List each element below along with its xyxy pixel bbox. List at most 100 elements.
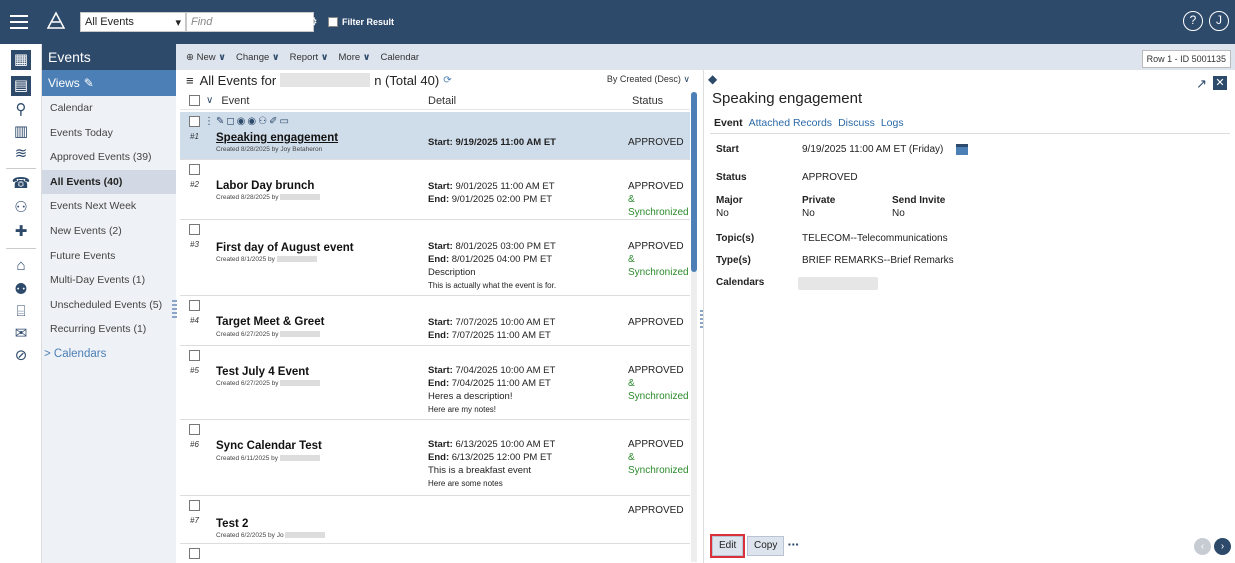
row-checkbox[interactable] xyxy=(189,300,200,311)
event-name[interactable]: Target Meet & Greet xyxy=(216,316,324,328)
row-checkbox[interactable] xyxy=(189,500,200,511)
tab-logs[interactable]: Logs xyxy=(881,117,904,129)
table-row[interactable]: #6 Sync Calendar Test Created 6/11/2025 … xyxy=(180,420,690,496)
event-name[interactable]: Sync Calendar Test xyxy=(216,440,322,452)
filter-settings-icon[interactable]: ⚙ xyxy=(306,14,322,30)
types-value: BRIEF REMARKS--Brief Remarks xyxy=(802,255,954,266)
row-checkbox[interactable] xyxy=(189,548,200,559)
row-checkbox[interactable] xyxy=(189,424,200,435)
tab-attached-records[interactable]: Attached Records xyxy=(749,117,832,129)
event-name[interactable]: Test July 4 Event xyxy=(216,366,309,378)
event-type-select[interactable]: All Events ▾ xyxy=(80,12,186,32)
inbox-icon[interactable]: ⌂ xyxy=(11,256,31,276)
event-created-text: Created 8/28/2025 by xyxy=(216,194,279,201)
add-item-icon[interactable]: ✚ xyxy=(11,222,31,242)
chevron-down-icon[interactable]: ∨ xyxy=(206,95,213,106)
views-header[interactable]: Views ✎ xyxy=(42,70,176,96)
row-checkbox[interactable] xyxy=(189,224,200,235)
new-menu[interactable]: ⊕ New ∨ xyxy=(186,52,226,63)
column-event[interactable]: Event xyxy=(221,95,249,107)
table-row[interactable]: #4 Target Meet & Greet Created 6/27/2025… xyxy=(180,296,690,346)
end-value: 7/04/2025 11:00 AM ET xyxy=(451,378,551,389)
phone-icon[interactable]: ☎ xyxy=(11,174,31,194)
row-drag-handle[interactable]: ⋮ xyxy=(204,116,214,127)
edit-button[interactable]: Edit xyxy=(709,534,746,558)
people-icon[interactable]: ⚉ xyxy=(11,280,31,300)
blocked-icon[interactable]: ⊘ xyxy=(11,346,31,366)
select-all-checkbox[interactable] xyxy=(189,95,200,106)
pencil-icon[interactable]: ✎ xyxy=(84,76,94,90)
list-scrollbar[interactable] xyxy=(691,92,697,562)
sort-select-label: By Created (Desc) xyxy=(606,74,681,84)
table-row[interactable]: #3 First day of August event Created 8/1… xyxy=(180,220,690,296)
sidebar-item-multi-day-events[interactable]: Multi-Day Events (1) xyxy=(42,268,176,293)
copy-button[interactable]: Copy xyxy=(747,536,785,556)
refresh-icon[interactable]: ⟳ xyxy=(443,75,451,86)
row-checkbox[interactable] xyxy=(189,350,200,361)
find-input[interactable]: Find xyxy=(186,12,314,32)
change-menu[interactable]: Change ∨ xyxy=(236,52,280,63)
sidebar-item-events-next-week[interactable]: Events Next Week xyxy=(42,194,176,219)
table-row[interactable]: #5 Test July 4 Event Created 6/27/2025 b… xyxy=(180,346,690,420)
sidebar-item-new-events[interactable]: New Events (2) xyxy=(42,219,176,244)
menu-icon[interactable] xyxy=(10,15,28,29)
scrollbar-thumb[interactable] xyxy=(691,92,697,272)
user-avatar[interactable]: J xyxy=(1209,11,1229,31)
more-options-icon[interactable]: ▪▪▪ xyxy=(788,540,800,549)
event-name[interactable]: Speaking engagement xyxy=(216,132,338,144)
table-row[interactable] xyxy=(180,544,690,563)
private-label: Private xyxy=(802,195,836,206)
building-icon[interactable]: ⌸ xyxy=(11,302,31,322)
event-name[interactable]: Labor Day brunch xyxy=(216,180,314,192)
chevron-down-icon: ∨ xyxy=(271,51,280,63)
sidebar-item-calendars[interactable]: > Calendars xyxy=(42,342,176,366)
row-checkbox[interactable] xyxy=(189,116,200,127)
column-detail[interactable]: Detail xyxy=(428,95,456,107)
mail-icon[interactable]: ✉ xyxy=(11,324,31,344)
event-name[interactable]: First day of August event xyxy=(216,242,354,254)
sort-select[interactable]: By Created (Desc) ∨ xyxy=(607,74,690,85)
views-layout-icon[interactable]: ▤ xyxy=(11,76,31,96)
list-title-suffix: n (Total 40) xyxy=(374,72,440,88)
sidebar-resize-handle[interactable] xyxy=(172,300,177,320)
next-record-icon[interactable]: › xyxy=(1214,538,1231,555)
chart-icon[interactable]: ▥ xyxy=(11,122,31,142)
add-person-icon[interactable]: ⚇ xyxy=(11,198,31,218)
sidebar-item-approved-events[interactable]: Approved Events (39) xyxy=(42,145,176,170)
previous-record-icon[interactable]: ‹ xyxy=(1194,538,1211,555)
search-icon[interactable]: ⚲ xyxy=(11,100,31,120)
sidebar-item-unscheduled-events[interactable]: Unscheduled Events (5) xyxy=(42,293,176,318)
filter-result-checkbox[interactable] xyxy=(328,17,338,27)
table-row[interactable]: #7 Test 2 Created 6/2/2025 by Jo APPROVE… xyxy=(180,496,690,544)
close-icon[interactable]: ✕ xyxy=(1213,76,1227,90)
calendar-button[interactable]: Calendar xyxy=(381,52,420,63)
sidebar-item-all-events[interactable]: All Events (40) xyxy=(42,169,176,195)
more-menu[interactable]: More ∨ xyxy=(339,52,371,63)
sidebar-item-events-today[interactable]: Events Today xyxy=(42,121,176,146)
table-row[interactable]: #2 Labor Day brunch Created 8/28/2025 by… xyxy=(180,160,690,220)
layers-icon[interactable]: ≋ xyxy=(11,144,31,164)
event-list: ≡ All Events for n (Total 40) ⟳ By Creat… xyxy=(180,70,700,563)
open-external-icon[interactable]: ↗ xyxy=(1196,76,1207,92)
detail-panel: ◆ ↗ ✕ Speaking engagement Event Attached… xyxy=(703,70,1235,563)
event-created-text: Created 8/1/2025 by xyxy=(216,256,275,263)
calendar-icon[interactable] xyxy=(956,144,968,155)
row-action-icons[interactable]: ✎◻◉◉⚇✐▭ xyxy=(216,116,291,127)
toolbar: ⊕ New ∨ Change ∨ Report ∨ More ∨ Calenda… xyxy=(176,44,1235,70)
event-name[interactable]: Test 2 xyxy=(216,518,248,530)
column-status[interactable]: Status xyxy=(632,95,663,107)
sidebar-item-recurring-events[interactable]: Recurring Events (1) xyxy=(42,317,176,342)
end-value: 8/01/2025 04:00 PM ET xyxy=(451,254,553,265)
sidebar-item-future-events[interactable]: Future Events xyxy=(42,244,176,269)
calendar-grid-icon[interactable]: ▦ xyxy=(11,50,31,70)
row-number: #4 xyxy=(190,316,199,325)
tab-discuss[interactable]: Discuss xyxy=(838,117,875,129)
expand-arrows-icon[interactable]: ◆ xyxy=(708,72,717,86)
filter-lines-icon[interactable]: ≡ xyxy=(186,73,194,88)
table-row[interactable]: ⋮ ✎◻◉◉⚇✐▭ #1 Speaking engagement Created… xyxy=(180,112,690,160)
help-icon[interactable]: ? xyxy=(1183,11,1203,31)
report-menu[interactable]: Report ∨ xyxy=(290,52,329,63)
tab-event[interactable]: Event xyxy=(714,117,743,129)
row-checkbox[interactable] xyxy=(189,164,200,175)
sidebar-item-calendar[interactable]: Calendar xyxy=(42,96,176,121)
